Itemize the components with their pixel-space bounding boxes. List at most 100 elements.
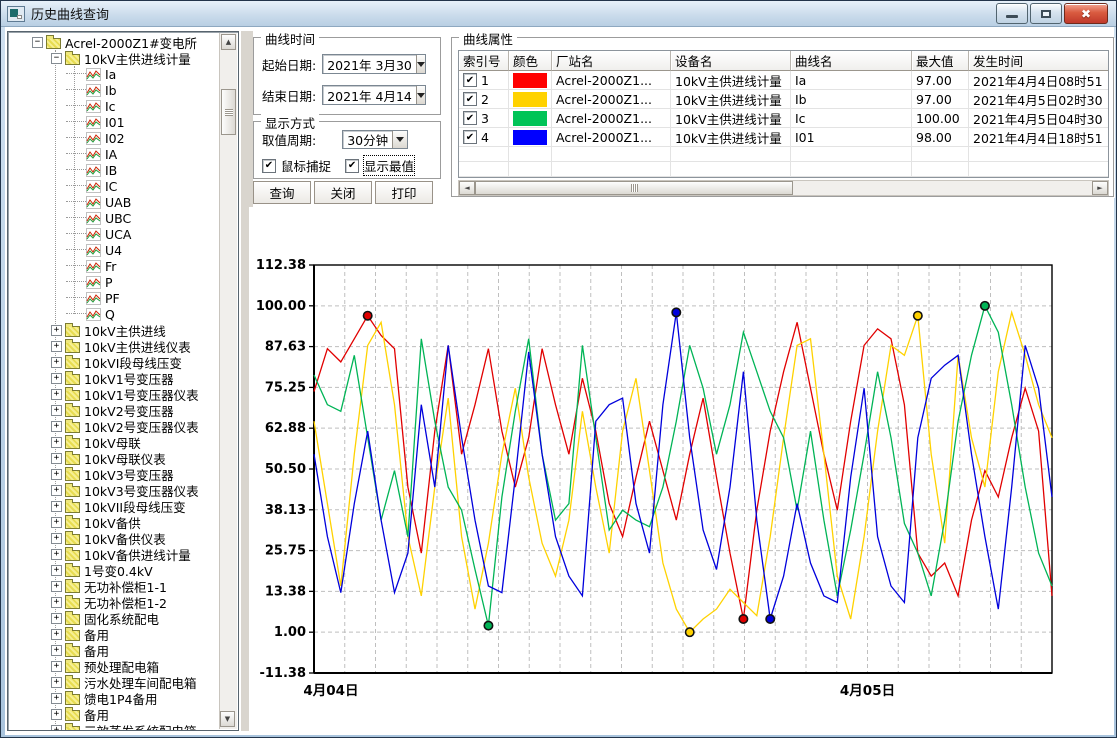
column-header[interactable]: 索引号 <box>459 51 509 71</box>
expand-expander-icon[interactable]: + <box>51 645 62 656</box>
print-button[interactable]: 打印 <box>375 181 433 204</box>
tree-item[interactable]: Fr <box>8 258 220 274</box>
tree-scrollbar-thumb[interactable] <box>221 89 236 135</box>
column-header[interactable]: 颜色 <box>509 51 552 71</box>
tree-item[interactable]: Ib <box>8 82 220 98</box>
tree-item[interactable]: +固化系统配电 <box>8 610 220 626</box>
expand-expander-icon[interactable]: + <box>51 709 62 720</box>
expand-expander-icon[interactable]: + <box>51 613 62 624</box>
tree-item[interactable]: Ia <box>8 66 220 82</box>
period-select[interactable]: 30分钟 <box>342 130 408 149</box>
tree-item-label: PF <box>105 291 120 306</box>
expand-expander-icon[interactable]: + <box>51 581 62 592</box>
column-header[interactable]: 发生时间 <box>969 51 1109 71</box>
tree-item[interactable]: UCA <box>8 226 220 242</box>
table-row[interactable]: ✔2Acrel-2000Z1...10kV主供进线计量Ib97.002021年4… <box>459 90 1108 109</box>
row-checkbox[interactable]: ✔ <box>463 92 477 106</box>
tree-item[interactable]: I01 <box>8 114 220 130</box>
tree-item[interactable]: IB <box>8 162 220 178</box>
tree-scrollbar[interactable]: ▲ ▼ <box>219 33 237 729</box>
tree-item[interactable]: PF <box>8 290 220 306</box>
tree-item[interactable]: UBC <box>8 210 220 226</box>
scroll-down-arrow-icon[interactable]: ▼ <box>220 711 235 727</box>
expand-expander-icon[interactable]: + <box>51 421 62 432</box>
tree-item[interactable]: −10kV主供进线计量 <box>8 50 220 66</box>
scroll-left-arrow-icon[interactable]: ◄ <box>459 181 475 195</box>
expand-expander-icon[interactable]: + <box>51 437 62 448</box>
tree-item-label: I02 <box>105 131 125 146</box>
row-checkbox[interactable]: ✔ <box>463 73 477 87</box>
close-dialog-button[interactable]: 关闭 <box>314 181 372 204</box>
min-marker-Ib <box>686 628 694 636</box>
collapse-expander-icon[interactable]: − <box>32 37 43 48</box>
end-date-select[interactable]: 2021年 4月14 <box>322 85 426 105</box>
row-checkbox[interactable]: ✔ <box>463 111 477 125</box>
y-axis-tick-label: 87.63 <box>265 340 306 355</box>
table-row[interactable]: ✔1Acrel-2000Z1...10kV主供进线计量Ia97.002021年4… <box>459 71 1108 90</box>
mouse-capture-checkbox[interactable]: ✔ <box>262 159 276 173</box>
dropdown-arrow-icon[interactable] <box>416 86 425 104</box>
column-header[interactable]: 设备名 <box>671 51 791 71</box>
show-extremes-checkbox[interactable]: ✔ <box>345 159 359 173</box>
tree-item[interactable]: UAB <box>8 194 220 210</box>
tree-item-label: P <box>105 275 113 290</box>
tree-item[interactable]: U4 <box>8 242 220 258</box>
expand-expander-icon[interactable]: + <box>51 677 62 688</box>
expand-expander-icon[interactable]: + <box>51 517 62 528</box>
minimize-button[interactable] <box>996 3 1028 24</box>
row-checkbox[interactable]: ✔ <box>463 130 477 144</box>
expand-expander-icon[interactable]: + <box>51 533 62 544</box>
down-triangle-icon <box>396 137 404 142</box>
tree-item[interactable]: IA <box>8 146 220 162</box>
expand-expander-icon[interactable]: + <box>51 485 62 496</box>
expand-expander-icon[interactable]: + <box>51 565 62 576</box>
column-header[interactable]: 最大值 <box>912 51 969 71</box>
expand-expander-icon[interactable]: + <box>51 597 62 608</box>
dialog-client-area: −Acrel-2000Z1#变电所−10kV主供进线计量IaIbIcI01I02… <box>5 27 1114 735</box>
tree-item[interactable]: +三效蒸发系统配电箱 <box>8 722 220 730</box>
collapse-expander-icon[interactable]: − <box>51 53 62 64</box>
expand-expander-icon[interactable]: + <box>51 453 62 464</box>
tree-connector-line <box>66 89 86 91</box>
expand-expander-icon[interactable]: + <box>51 341 62 352</box>
tree-item[interactable]: +备用 <box>8 626 220 642</box>
table-row[interactable]: ✔4Acrel-2000Z1...10kV主供进线计量I0198.002021年… <box>459 128 1108 147</box>
expand-expander-icon[interactable]: + <box>51 405 62 416</box>
tree-item[interactable]: I02 <box>8 130 220 146</box>
curve-properties-group-title: 曲线属性 <box>459 29 517 48</box>
start-date-select[interactable]: 2021年 3月30 <box>322 54 426 74</box>
expand-expander-icon[interactable]: + <box>51 725 62 731</box>
curve-icon <box>86 276 101 289</box>
tree-item[interactable]: Ic <box>8 98 220 114</box>
table-row[interactable]: ✔3Acrel-2000Z1...10kV主供进线计量Ic100.002021年… <box>459 109 1108 128</box>
tree-item[interactable]: IC <box>8 178 220 194</box>
tree-item[interactable]: +馈电1P4备用 <box>8 690 220 706</box>
expand-expander-icon[interactable]: + <box>51 629 62 640</box>
scroll-right-arrow-icon[interactable]: ► <box>1092 181 1108 195</box>
dropdown-arrow-icon[interactable] <box>416 55 425 73</box>
query-button[interactable]: 查询 <box>253 181 311 204</box>
scroll-up-arrow-icon[interactable]: ▲ <box>221 34 236 50</box>
expand-expander-icon[interactable]: + <box>51 325 62 336</box>
max-cell: 97.00 <box>912 71 969 90</box>
folder-icon <box>65 534 80 545</box>
expand-expander-icon[interactable]: + <box>51 661 62 672</box>
column-header[interactable]: 厂站名 <box>552 51 671 71</box>
expand-expander-icon[interactable]: + <box>51 389 62 400</box>
expand-expander-icon[interactable]: + <box>51 693 62 704</box>
tree-item[interactable]: P <box>8 274 220 290</box>
table-horizontal-scrollbar[interactable]: ◄ ► <box>458 180 1109 196</box>
close-window-button[interactable]: ✖ <box>1064 3 1108 24</box>
folder-icon <box>65 54 80 65</box>
expand-expander-icon[interactable]: + <box>51 373 62 384</box>
expand-expander-icon[interactable]: + <box>51 357 62 368</box>
curve-icon <box>86 116 101 129</box>
expand-expander-icon[interactable]: + <box>51 501 62 512</box>
dropdown-arrow-icon[interactable] <box>392 131 407 148</box>
curve-cell: Ia <box>791 71 912 90</box>
expand-expander-icon[interactable]: + <box>51 549 62 560</box>
maximize-button[interactable] <box>1030 3 1062 24</box>
column-header[interactable]: 曲线名 <box>791 51 912 71</box>
table-scrollbar-thumb[interactable] <box>475 181 793 195</box>
expand-expander-icon[interactable]: + <box>51 469 62 480</box>
